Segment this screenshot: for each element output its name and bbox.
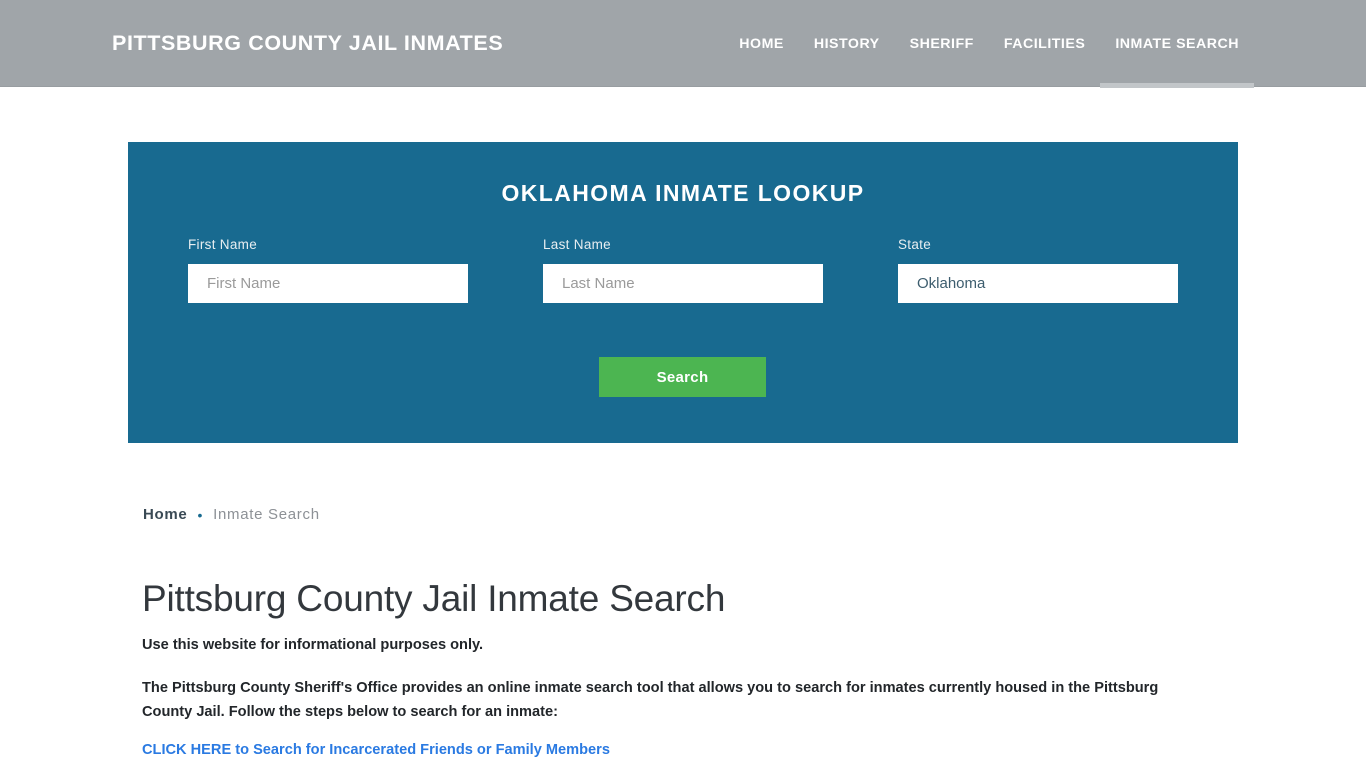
main-navigation: HOME HISTORY SHERIFF FACILITIES INMATE S… (724, 0, 1254, 88)
first-name-input[interactable] (188, 264, 468, 303)
nav-item-history[interactable]: HISTORY (799, 0, 895, 87)
breadcrumb-current-page: Inmate Search (213, 506, 320, 523)
last-name-input[interactable] (543, 264, 823, 303)
search-button[interactable]: Search (599, 357, 766, 397)
state-input[interactable] (898, 264, 1178, 303)
breadcrumb-home-link[interactable]: Home (143, 506, 187, 523)
nav-item-facilities[interactable]: FACILITIES (989, 0, 1100, 87)
first-name-label: First Name (188, 237, 258, 252)
last-name-field-group: Last Name (543, 237, 823, 303)
page-body-paragraph: The Pittsburg County Sheriff's Office pr… (142, 680, 1159, 720)
nav-item-sheriff[interactable]: SHERIFF (895, 0, 989, 87)
state-label: State (898, 237, 932, 252)
lookup-panel-title: OKLAHOMA INMATE LOOKUP (501, 180, 865, 206)
nav-item-inmate-search[interactable]: INMATE SEARCH (1100, 0, 1254, 88)
page-lead-text: Use this website for informational purpo… (142, 637, 484, 653)
breadcrumb-separator-bullet-icon: • (197, 506, 204, 523)
inmate-lookup-panel: OKLAHOMA INMATE LOOKUP First Name Last N… (128, 142, 1238, 443)
inmate-search-cta-link[interactable]: CLICK HERE to Search for Incarcerated Fr… (142, 742, 610, 758)
first-name-field-group: First Name (188, 237, 468, 303)
last-name-label: Last Name (543, 237, 611, 252)
site-header: PITTSBURG COUNTY JAIL INMATES HOME HISTO… (0, 0, 1366, 88)
breadcrumb: Home • Inmate Search (143, 506, 320, 523)
site-brand-title: PITTSBURG COUNTY JAIL INMATES (112, 31, 504, 55)
page-title: Pittsburg County Jail Inmate Search (142, 578, 726, 619)
state-field-group: State (898, 237, 1178, 303)
nav-item-home[interactable]: HOME (724, 0, 799, 87)
